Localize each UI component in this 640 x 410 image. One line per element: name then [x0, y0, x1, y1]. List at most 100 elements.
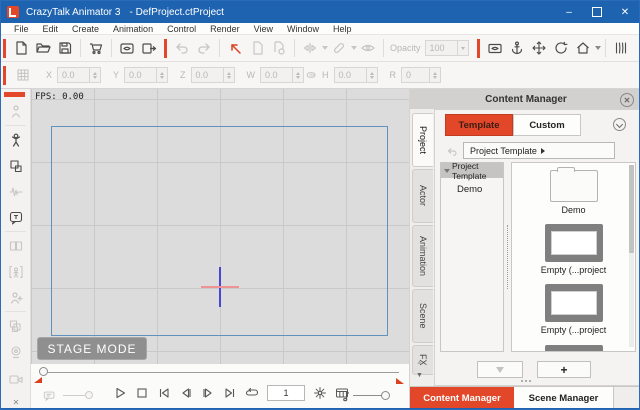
record-tool-button[interactable]: [5, 368, 27, 390]
menu-control[interactable]: Control: [160, 24, 203, 34]
select-tool-button[interactable]: [224, 37, 246, 59]
previous-frame-button[interactable]: [177, 384, 195, 402]
stop-button[interactable]: [133, 384, 151, 402]
w-field[interactable]: 0.0: [260, 67, 305, 83]
collapse-chevron-icon[interactable]: [613, 118, 626, 131]
content-store-button[interactable]: [85, 37, 107, 59]
pivot-grid-button[interactable]: [12, 64, 34, 86]
tree-root-node[interactable]: Project Template: [441, 163, 503, 181]
tab-scene[interactable]: Scene: [412, 289, 433, 343]
link-button[interactable]: [328, 37, 350, 59]
thumbnail-scrollbar[interactable]: [629, 165, 634, 347]
visibility-button[interactable]: [357, 37, 379, 59]
h-spinner[interactable]: [365, 68, 377, 82]
h-field[interactable]: 0.0: [333, 67, 378, 83]
add-template-button[interactable]: +: [537, 361, 591, 378]
render-style-button[interactable]: [311, 384, 329, 402]
audio-volume-button[interactable]: [336, 387, 354, 405]
go-to-end-button[interactable]: [221, 384, 239, 402]
flip-button[interactable]: [299, 37, 321, 59]
timeline-slider-track[interactable]: [44, 372, 399, 373]
prop-tool-button[interactable]: [5, 155, 27, 177]
breadcrumb-back-button[interactable]: [443, 142, 461, 160]
save-project-button[interactable]: [54, 37, 76, 59]
next-frame-button[interactable]: [199, 384, 217, 402]
open-project-button[interactable]: [32, 37, 54, 59]
audio-tool-button[interactable]: [5, 181, 27, 203]
menu-edit[interactable]: Edit: [36, 24, 66, 34]
opacity-spinner[interactable]: [456, 41, 468, 55]
motion-capture-tool-button[interactable]: [5, 341, 27, 363]
opacity-field[interactable]: 100: [424, 40, 469, 56]
panel-splitter-grip[interactable]: [514, 380, 538, 383]
r-spinner[interactable]: [429, 68, 440, 82]
r-field[interactable]: 0: [401, 67, 442, 83]
play-range-end-marker[interactable]: [396, 378, 404, 384]
minimize-button[interactable]: –: [555, 1, 583, 23]
composer-tool-button[interactable]: [5, 261, 27, 283]
play-range-start-marker[interactable]: [34, 377, 42, 383]
menu-view[interactable]: View: [247, 24, 280, 34]
actor-tool-button[interactable]: [5, 129, 27, 151]
y-spinner[interactable]: [156, 68, 167, 82]
lipsync-toggle-button[interactable]: [41, 387, 59, 405]
tree-item-demo[interactable]: Demo: [441, 178, 503, 195]
tab-content-manager[interactable]: Content Manager: [410, 387, 514, 409]
scrollbar-thumb[interactable]: [629, 165, 634, 253]
menu-render[interactable]: Render: [203, 24, 247, 34]
tabs-scroll-down-icon[interactable]: ▼: [416, 372, 423, 379]
x-field[interactable]: 0.0: [57, 67, 102, 83]
reset-view-button[interactable]: [572, 37, 594, 59]
menu-create[interactable]: Create: [65, 24, 106, 34]
project-thumbnail-partial[interactable]: [544, 345, 603, 351]
home-dropdown-caret-icon[interactable]: [594, 46, 601, 50]
scene-tool-button[interactable]: [5, 235, 27, 257]
undo-button[interactable]: [171, 37, 193, 59]
tab-actor[interactable]: Actor: [412, 169, 433, 223]
tabs-scroll-up-icon[interactable]: ▲: [416, 359, 423, 366]
lipsync-slider-handle[interactable]: [85, 391, 93, 399]
tree-expand-icon[interactable]: [444, 169, 450, 173]
z-spinner[interactable]: [222, 68, 234, 82]
maximize-button[interactable]: [583, 1, 611, 23]
panel-close-icon[interactable]: ✕: [620, 93, 634, 107]
loop-button[interactable]: [243, 384, 261, 402]
panel-header[interactable]: Content Manager ✕: [410, 89, 639, 109]
z-field[interactable]: 0.0: [190, 67, 235, 83]
tab-custom[interactable]: Custom: [513, 114, 581, 136]
preview-button[interactable]: [116, 37, 138, 59]
breadcrumb-dropdown[interactable]: Project Template: [463, 142, 615, 159]
collect-tool-button[interactable]: [5, 315, 27, 337]
thumbnail-item[interactable]: Demo: [549, 167, 598, 215]
current-frame-field[interactable]: 1: [267, 385, 305, 401]
lipsync-slider-track[interactable]: [63, 395, 85, 396]
tab-template[interactable]: Template: [445, 114, 513, 136]
w-spinner[interactable]: [292, 68, 303, 82]
export-button[interactable]: [138, 37, 160, 59]
volume-slider-handle[interactable]: [381, 391, 390, 400]
character-tool-button[interactable]: [5, 101, 27, 123]
menu-file[interactable]: File: [7, 24, 36, 34]
anchor-button[interactable]: [506, 37, 528, 59]
thumbnail-item[interactable]: Empty (...project: [541, 275, 606, 335]
tab-scene-manager[interactable]: Scene Manager: [514, 387, 614, 409]
tab-animation[interactable]: Animation: [412, 225, 433, 287]
tab-project[interactable]: Project: [412, 113, 433, 167]
new-project-button[interactable]: [10, 37, 32, 59]
volume-slider-track[interactable]: [353, 395, 381, 396]
text-tool-button[interactable]: [5, 207, 27, 229]
pan-button[interactable]: [528, 37, 550, 59]
copy-button[interactable]: [246, 37, 268, 59]
redo-button[interactable]: [193, 37, 215, 59]
go-to-start-button[interactable]: [155, 384, 173, 402]
y-field[interactable]: 0.0: [124, 67, 169, 83]
menu-window[interactable]: Window: [280, 24, 326, 34]
wh-link-icon[interactable]: [304, 64, 320, 86]
x-spinner[interactable]: [89, 68, 100, 82]
curtain-button[interactable]: [610, 37, 632, 59]
camera-view-button[interactable]: [484, 37, 506, 59]
menu-help[interactable]: Help: [326, 24, 359, 34]
rotate-view-button[interactable]: [550, 37, 572, 59]
apply-template-button[interactable]: [477, 361, 523, 378]
paste-button[interactable]: [268, 37, 290, 59]
